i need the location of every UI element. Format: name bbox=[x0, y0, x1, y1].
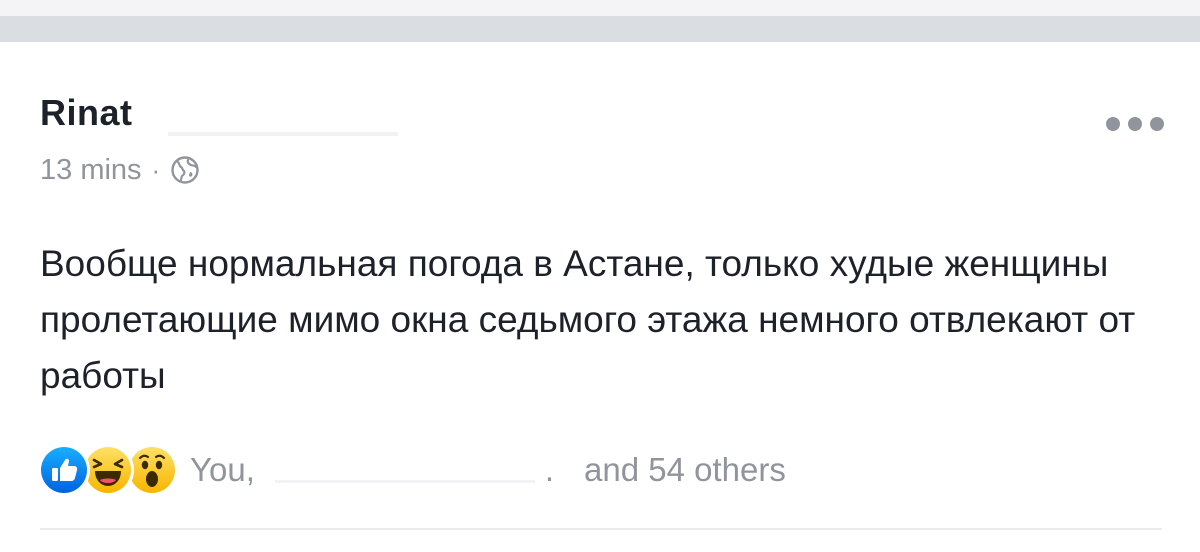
meta-separator: · bbox=[151, 154, 161, 185]
reaction-others[interactable]: and 54 others bbox=[584, 451, 786, 489]
feed-separator-bar bbox=[0, 16, 1200, 42]
reactions-summary[interactable]: You, . and 54 others bbox=[38, 442, 786, 498]
top-strip bbox=[0, 0, 1200, 16]
post-meta: 13 mins · bbox=[40, 152, 200, 188]
more-options-icon[interactable] bbox=[1106, 114, 1164, 134]
more-dot bbox=[1106, 117, 1120, 131]
more-dot bbox=[1128, 117, 1142, 131]
redacted-names bbox=[255, 455, 545, 485]
like-icon bbox=[38, 444, 90, 496]
post-card: Rinat 13 mins · Вообще нормальная погода… bbox=[0, 42, 1200, 552]
facebook-post-screen: Rinat 13 mins · Вообще нормальная погода… bbox=[0, 0, 1200, 552]
reaction-you[interactable]: You, bbox=[190, 451, 255, 489]
redacted-name-area bbox=[168, 132, 398, 136]
post-timestamp[interactable]: 13 mins bbox=[40, 154, 142, 187]
post-text: Вообще нормальная погода в Астане, тольк… bbox=[40, 243, 1136, 396]
post-divider bbox=[40, 528, 1162, 530]
reaction-icons bbox=[38, 444, 178, 496]
globe-icon[interactable] bbox=[170, 155, 200, 185]
reaction-dot: . bbox=[544, 451, 555, 488]
more-dot bbox=[1150, 117, 1164, 131]
author-name[interactable]: Rinat bbox=[40, 92, 133, 134]
